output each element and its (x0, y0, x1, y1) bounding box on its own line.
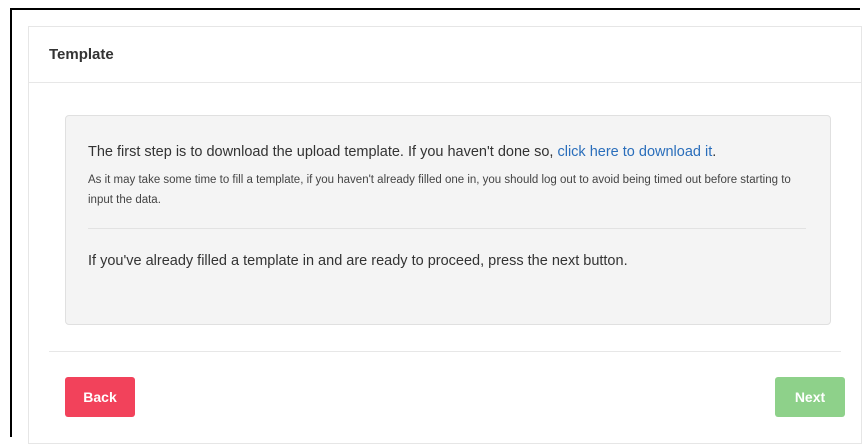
well-divider (88, 228, 806, 229)
download-instruction-end: . (712, 144, 717, 160)
download-instruction-text: The first step is to download the upload… (88, 144, 558, 160)
proceed-instruction: If you've already filled a template in a… (88, 253, 628, 269)
next-button[interactable]: Next (775, 377, 845, 417)
download-template-link[interactable]: click here to download it (557, 144, 712, 160)
download-instruction: The first step is to download the upload… (88, 142, 806, 162)
footer-divider (49, 351, 841, 352)
timeout-note: As it may take some time to fill a templ… (88, 174, 791, 206)
template-panel: Template The first step is to download t… (28, 26, 862, 444)
back-button[interactable]: Back (65, 377, 135, 417)
panel-header: Template (29, 27, 861, 83)
window-frame: Template The first step is to download t… (10, 8, 862, 444)
panel-title: Template (49, 46, 114, 63)
instructions-well: The first step is to download the upload… (65, 115, 831, 325)
